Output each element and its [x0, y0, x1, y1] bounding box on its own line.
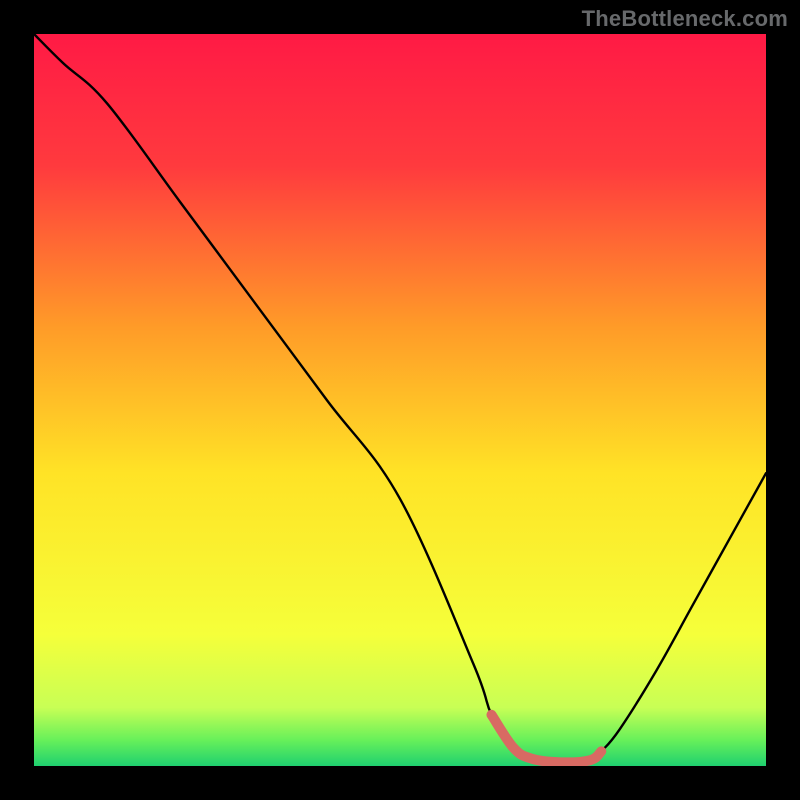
watermark-text: TheBottleneck.com	[582, 6, 788, 32]
plot-area	[34, 34, 766, 766]
gradient-background	[34, 34, 766, 766]
outer-frame: TheBottleneck.com	[0, 0, 800, 800]
chart-svg	[34, 34, 766, 766]
